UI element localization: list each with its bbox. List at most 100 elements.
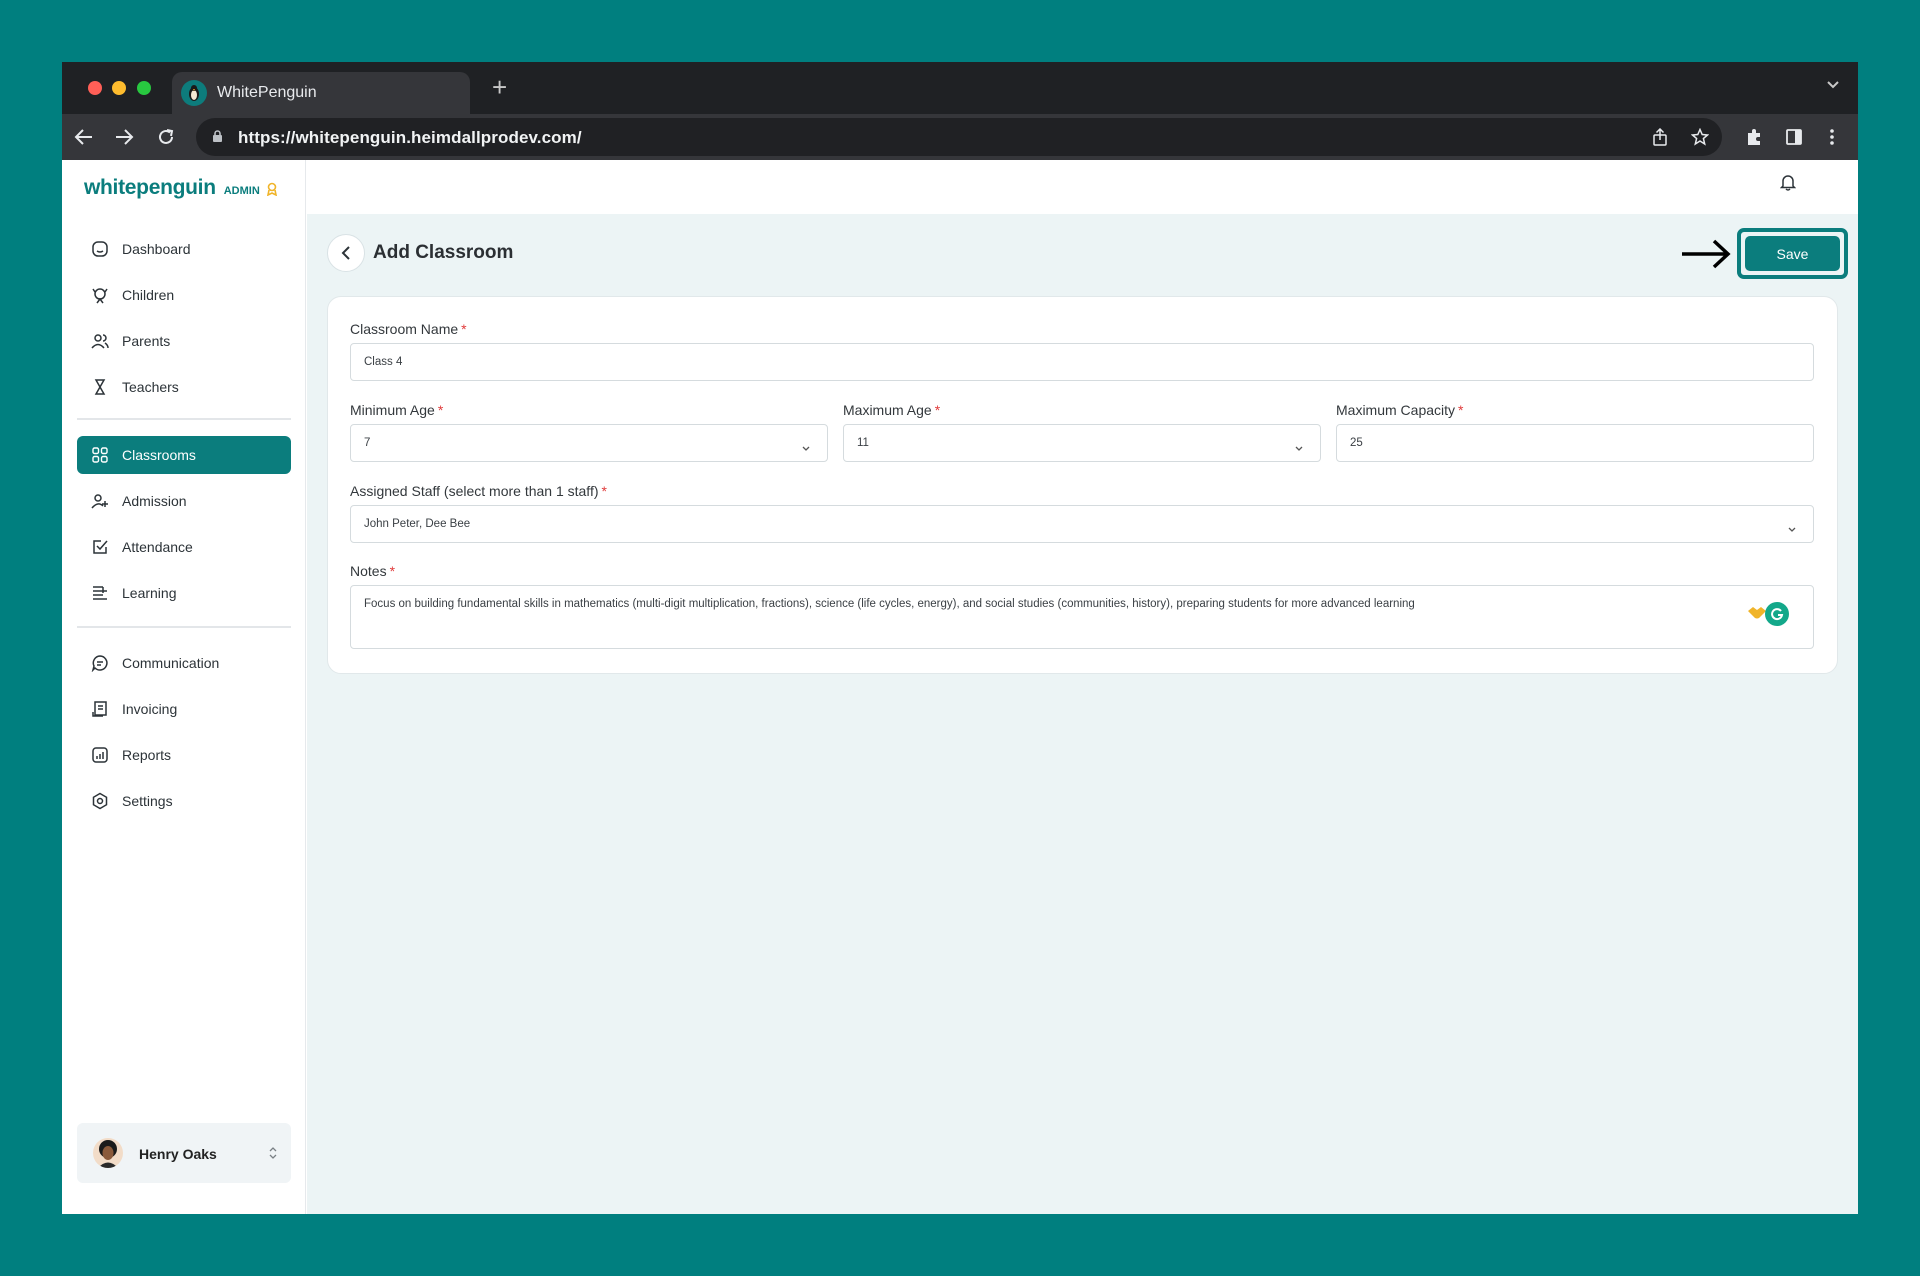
- child-icon: [91, 286, 109, 304]
- address-bar[interactable]: https://whitepenguin.heimdallprodev.com/: [196, 118, 1722, 156]
- back-arrow-icon[interactable]: [72, 125, 96, 149]
- sidebar-item-label: Communication: [122, 655, 220, 671]
- minimum-age-select[interactable]: 7: [350, 424, 828, 462]
- sidebar-item-label: Children: [122, 287, 175, 303]
- classroom-name-input[interactable]: Class 4: [350, 343, 1814, 381]
- chart-icon: [91, 746, 109, 764]
- grammarly-icon[interactable]: [1765, 602, 1789, 626]
- assigned-staff-select[interactable]: John Peter, Dee Bee: [350, 505, 1814, 543]
- bookmark-star-icon[interactable]: [1690, 127, 1710, 147]
- learning-icon: [91, 584, 109, 602]
- admin-badge-icon: [266, 182, 278, 201]
- minimum-age-value: 7: [364, 437, 371, 449]
- user-name: Henry Oaks: [139, 1146, 217, 1162]
- sidebar-item-label: Reports: [122, 747, 172, 763]
- notification-bell-icon[interactable]: [1779, 173, 1797, 196]
- maximum-capacity-value: 25: [1350, 437, 1363, 449]
- share-icon[interactable]: [1650, 127, 1670, 147]
- sidebar-item-settings[interactable]: Settings: [77, 782, 291, 820]
- minimum-age-label: Minimum Age *: [350, 402, 444, 418]
- browser-toolbar: https://whitepenguin.heimdallprodev.com/: [62, 114, 1858, 160]
- save-button-highlight: Save: [1737, 228, 1848, 279]
- sidebar-item-label: Learning: [122, 585, 177, 601]
- maximum-capacity-label: Maximum Capacity *: [1336, 402, 1464, 418]
- sidebar-item-children[interactable]: Children: [77, 276, 291, 314]
- sidebar-divider: [77, 418, 291, 420]
- sidebar-item-learning[interactable]: Learning: [77, 574, 291, 612]
- sidebar-item-reports[interactable]: Reports: [77, 736, 291, 774]
- arrow-right-icon: [1680, 238, 1732, 275]
- handshake-emoji-icon[interactable]: [1747, 606, 1767, 624]
- teacher-icon: [91, 378, 109, 396]
- browser-window: WhitePenguin + https://whitepenguin.heim…: [62, 62, 1858, 1214]
- sidebar-divider: [77, 626, 291, 628]
- sidebar-item-teachers[interactable]: Teachers: [77, 368, 291, 406]
- extensions-puzzle-icon[interactable]: [1742, 125, 1766, 149]
- browser-menu-icon[interactable]: [1820, 125, 1844, 149]
- sidebar-item-label: Invoicing: [122, 701, 178, 717]
- page-title: Add Classroom: [373, 242, 514, 263]
- close-window-button[interactable]: [88, 81, 102, 95]
- notes-textarea[interactable]: Focus on building fundamental skills in …: [350, 585, 1814, 649]
- chevron-down-icon: [1787, 520, 1797, 538]
- minimize-window-button[interactable]: [112, 81, 126, 95]
- sidebar: whitepenguin ADMIN Dashboard Children Pa…: [62, 160, 306, 1214]
- top-bar: [307, 160, 1858, 214]
- main-content: Add Classroom Save Classroom Name * Class…: [307, 214, 1858, 1214]
- assigned-staff-value: John Peter, Dee Bee: [364, 518, 471, 530]
- maximum-age-select[interactable]: 11: [843, 424, 1321, 462]
- sidebar-item-label: Dashboard: [122, 241, 191, 257]
- penguin-favicon-icon: [181, 80, 207, 106]
- chat-icon: [91, 654, 109, 672]
- checkbox-icon: [91, 538, 109, 556]
- admin-label: ADMIN: [223, 185, 260, 197]
- sidebar-item-label: Teachers: [122, 379, 179, 395]
- gear-icon: [91, 792, 109, 810]
- tab-title: WhitePenguin: [217, 84, 317, 101]
- chevron-down-icon: [801, 439, 811, 457]
- chevron-left-icon: [341, 246, 350, 260]
- sidebar-item-parents[interactable]: Parents: [77, 322, 291, 360]
- side-panel-icon[interactable]: [1782, 125, 1806, 149]
- sidebar-item-label: Classrooms: [122, 447, 196, 463]
- classroom-name-value: Class 4: [364, 356, 403, 368]
- maximize-window-button[interactable]: [137, 81, 151, 95]
- sidebar-item-label: Admission: [122, 493, 187, 509]
- classroom-form: Classroom Name * Class 4 Minimum Age * 7 M…: [327, 296, 1838, 674]
- new-tab-button[interactable]: +: [492, 74, 507, 100]
- sidebar-item-admission[interactable]: Admission: [77, 482, 291, 520]
- user-menu[interactable]: Henry Oaks: [77, 1123, 291, 1183]
- invoice-icon: [91, 700, 109, 718]
- app-root: whitepenguin ADMIN Dashboard Children Pa…: [62, 160, 1858, 1214]
- sidebar-item-label: Parents: [122, 333, 171, 349]
- forward-arrow-icon[interactable]: [112, 125, 136, 149]
- brand-logo[interactable]: whitepenguin ADMIN: [84, 176, 278, 200]
- chevron-up-down-icon: [269, 1146, 277, 1164]
- grid-icon: [91, 446, 109, 464]
- classroom-name-label: Classroom Name *: [350, 321, 467, 337]
- sidebar-item-dashboard[interactable]: Dashboard: [77, 230, 291, 268]
- brand-name: whitepenguin: [84, 176, 216, 199]
- url-text: https://whitepenguin.heimdallprodev.com/: [238, 128, 582, 147]
- sidebar-item-attendance[interactable]: Attendance: [77, 528, 291, 566]
- maximum-capacity-input[interactable]: 25: [1336, 424, 1814, 462]
- back-button[interactable]: [327, 234, 365, 272]
- sidebar-item-label: Attendance: [122, 539, 193, 555]
- browser-tab-bar: WhitePenguin +: [62, 62, 1858, 114]
- notes-value: Focus on building fundamental skills in …: [364, 598, 1415, 610]
- chevron-down-icon: [1294, 439, 1304, 457]
- sidebar-item-classrooms[interactable]: Classrooms: [77, 436, 291, 474]
- maximum-age-label: Maximum Age *: [843, 402, 941, 418]
- sidebar-item-invoicing[interactable]: Invoicing: [77, 690, 291, 728]
- avatar: [93, 1138, 123, 1168]
- reload-icon[interactable]: [154, 125, 178, 149]
- save-button[interactable]: Save: [1745, 236, 1840, 271]
- sidebar-item-communication[interactable]: Communication: [77, 644, 291, 682]
- tab-search-chevron-icon[interactable]: [1826, 76, 1840, 94]
- lock-icon: [212, 130, 223, 148]
- home-icon: [91, 240, 109, 258]
- maximum-age-value: 11: [857, 437, 869, 449]
- parents-icon: [91, 332, 109, 350]
- notes-label: Notes *: [350, 563, 396, 579]
- browser-tab[interactable]: WhitePenguin: [172, 72, 470, 114]
